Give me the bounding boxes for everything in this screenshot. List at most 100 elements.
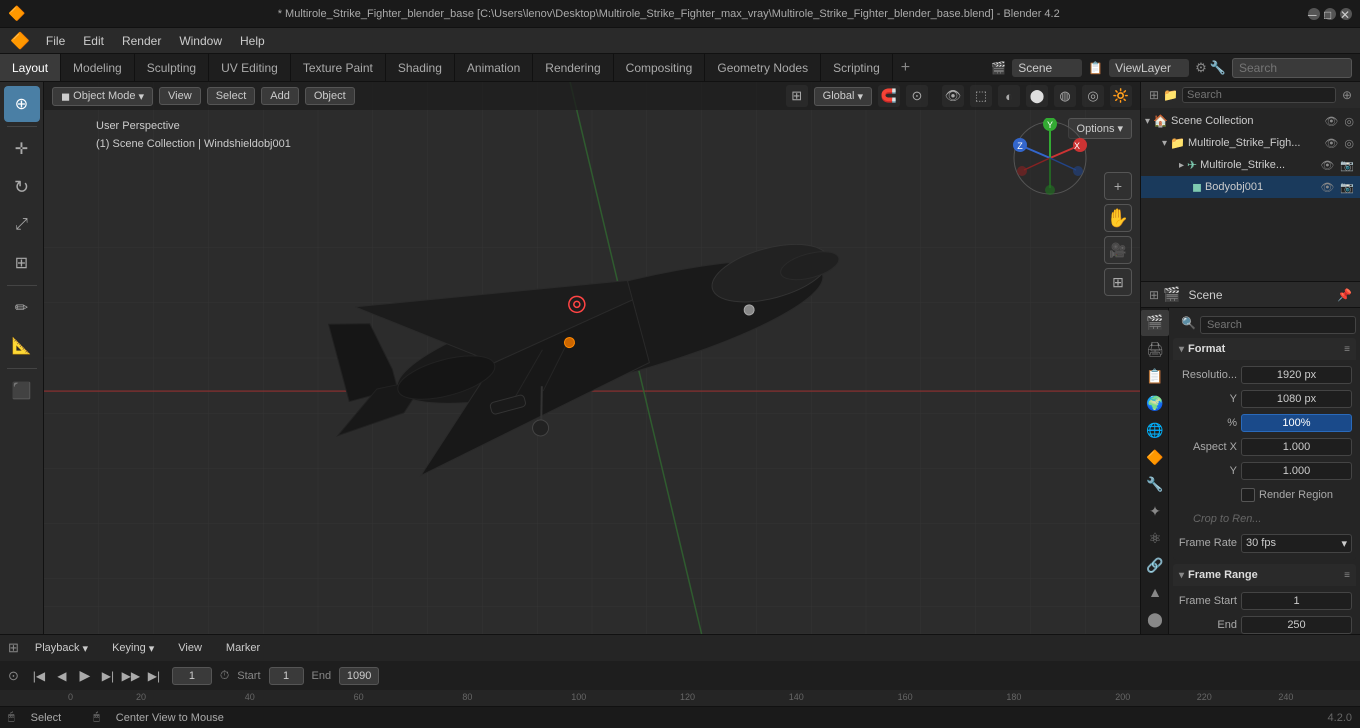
tab-scripting[interactable]: Scripting: [821, 54, 893, 81]
visibility-icon-2[interactable]: 👁: [1322, 137, 1340, 150]
timeline-ruler[interactable]: 0 20 40 60 80 100 120 140 160 180 200 22…: [0, 690, 1360, 706]
tab-sculpting[interactable]: Sculpting: [135, 54, 209, 81]
viewlayer-selector[interactable]: [1109, 59, 1189, 77]
play-backwards-button[interactable]: ▶▶: [121, 666, 141, 686]
outliner-item-multirole-strike[interactable]: ▸ ✈ Multirole_Strike... 👁 📷: [1141, 154, 1360, 176]
start-frame-input[interactable]: [269, 667, 304, 685]
measure-tool-button[interactable]: 📐: [4, 328, 40, 364]
global-transform-btn[interactable]: Global ▾: [814, 87, 872, 106]
annotate-tool-button[interactable]: ✏: [4, 290, 40, 326]
jump-start-button[interactable]: |◀: [29, 666, 49, 686]
rotate-tool-button[interactable]: ↻: [4, 169, 40, 205]
visibility-icon[interactable]: 👁: [1322, 115, 1340, 128]
prop-icon-view-layer[interactable]: 📋: [1141, 364, 1169, 390]
frame-range-section-header[interactable]: ▾ Frame Range ≡: [1173, 564, 1356, 586]
navigation-gizmo[interactable]: X Y Z: [1010, 118, 1090, 198]
minimize-button[interactable]: ─: [1308, 8, 1320, 20]
eevee-icon[interactable]: 🔆: [1110, 85, 1132, 107]
scene-selector[interactable]: [1012, 59, 1082, 77]
maximize-button[interactable]: □: [1324, 8, 1336, 20]
outliner-item-multirole[interactable]: ▾ 📁 Multirole_Strike_Figh... 👁 ◎: [1141, 132, 1360, 154]
select-menu[interactable]: Select: [207, 87, 256, 105]
tab-uv-editing[interactable]: UV Editing: [209, 54, 291, 81]
tab-modeling[interactable]: Modeling: [61, 54, 135, 81]
transform-tool-button[interactable]: ⊞: [4, 245, 40, 281]
visibility-icon-4[interactable]: 👁: [1318, 181, 1336, 194]
menu-help[interactable]: Help: [232, 32, 273, 50]
render-icon-3[interactable]: 📷: [1338, 159, 1356, 172]
scale-tool-button[interactable]: ⤢: [4, 207, 40, 243]
tab-shading[interactable]: Shading: [386, 54, 455, 81]
move-tool-button[interactable]: ✛: [4, 131, 40, 167]
icon-settings2[interactable]: 🔧: [1210, 60, 1226, 76]
tab-texture-paint[interactable]: Texture Paint: [291, 54, 386, 81]
object-mode-dropdown[interactable]: ◼ Object Mode ▾: [52, 87, 153, 106]
outliner-item-scene-collection[interactable]: ▾ 🏠 Scene Collection 👁 ◎: [1141, 110, 1360, 132]
add-cube-button[interactable]: ⬛: [4, 373, 40, 409]
frame-range-options[interactable]: ≡: [1344, 570, 1350, 581]
jump-end-button[interactable]: ▶|: [144, 666, 164, 686]
prev-frame-button[interactable]: ◀: [52, 666, 72, 686]
playback-menu[interactable]: Playback ▾: [27, 640, 96, 657]
prop-icon-render[interactable]: 🎬: [1141, 310, 1169, 336]
transform-icon[interactable]: ⊞: [786, 85, 808, 107]
xray-icon[interactable]: ◐: [998, 85, 1020, 107]
timeline-view-menu[interactable]: View: [170, 640, 210, 656]
add-menu[interactable]: Add: [261, 87, 299, 105]
prop-icon-object[interactable]: 🔶: [1141, 445, 1169, 471]
select-icon-2[interactable]: ◎: [1342, 137, 1356, 150]
prop-icon-constraints[interactable]: 🔗: [1141, 552, 1169, 578]
format-section-header[interactable]: ▾ Format ≡: [1173, 338, 1356, 360]
tab-layout[interactable]: Layout: [0, 54, 61, 81]
render-icon-4[interactable]: 📷: [1338, 181, 1356, 194]
frame-rate-dropdown[interactable]: 30 fps ▾: [1241, 534, 1352, 553]
menu-file[interactable]: File: [38, 32, 73, 50]
prop-icon-particles[interactable]: ✦: [1141, 498, 1169, 524]
prop-icon-modifier[interactable]: 🔧: [1141, 472, 1169, 498]
add-workspace-button[interactable]: +: [893, 54, 918, 81]
resolution-x-value[interactable]: 1920 px: [1241, 366, 1352, 384]
prop-icon-data[interactable]: ▲: [1141, 579, 1169, 605]
properties-search-input[interactable]: [1200, 316, 1356, 334]
resolution-pct-value[interactable]: 100%: [1241, 414, 1352, 432]
render-region-checkbox[interactable]: Render Region: [1241, 488, 1333, 502]
view-menu[interactable]: View: [159, 87, 201, 105]
tab-compositing[interactable]: Compositing: [614, 54, 706, 81]
resolution-y-value[interactable]: 1080 px: [1241, 390, 1352, 408]
next-frame-button[interactable]: ▶|: [98, 666, 118, 686]
keying-menu[interactable]: Keying ▾: [104, 640, 162, 657]
pin-icon[interactable]: 📌: [1337, 288, 1352, 302]
grid-button[interactable]: ⊞: [1104, 268, 1132, 296]
overlay-icon[interactable]: ⬚: [970, 85, 992, 107]
prop-icon-output[interactable]: 🖨: [1141, 337, 1169, 363]
format-options[interactable]: ≡: [1344, 344, 1350, 355]
cursor-tool-button[interactable]: ⊕: [4, 86, 40, 122]
tab-animation[interactable]: Animation: [455, 54, 533, 81]
menu-blender[interactable]: 🔶: [4, 31, 36, 51]
viewport-display-icon[interactable]: 👁: [942, 85, 964, 107]
end-frame-input[interactable]: [339, 667, 379, 685]
outliner-search-input[interactable]: [1182, 87, 1336, 103]
prop-icon-scene[interactable]: 🌍: [1141, 391, 1169, 417]
tab-geometry-nodes[interactable]: Geometry Nodes: [705, 54, 821, 81]
material-mode-icon[interactable]: ◍: [1054, 85, 1076, 107]
frame-end-value[interactable]: 250: [1241, 616, 1352, 634]
aspect-y-value[interactable]: 1.000: [1241, 462, 1352, 480]
camera-button[interactable]: 🎥: [1104, 236, 1132, 264]
zoom-in-button[interactable]: +: [1104, 172, 1132, 200]
menu-edit[interactable]: Edit: [75, 32, 112, 50]
menu-window[interactable]: Window: [171, 32, 230, 50]
aspect-x-value[interactable]: 1.000: [1241, 438, 1352, 456]
pan-button[interactable]: ✋: [1104, 204, 1132, 232]
visibility-icon-3[interactable]: 👁: [1318, 159, 1336, 172]
marker-menu[interactable]: Marker: [218, 640, 268, 656]
play-button[interactable]: ▶: [75, 666, 95, 686]
prop-icon-material[interactable]: ⬤: [1141, 606, 1169, 632]
proportional-icon[interactable]: ⊙: [906, 85, 928, 107]
object-menu[interactable]: Object: [305, 87, 355, 105]
select-icon[interactable]: ◎: [1342, 115, 1356, 128]
solid-mode-icon[interactable]: ⬤: [1026, 85, 1048, 107]
viewport-3d[interactable]: ◼ Object Mode ▾ View Select Add Object ⊞…: [44, 82, 1140, 634]
icon-settings1[interactable]: ⚙: [1195, 60, 1207, 76]
outliner-mode-icon[interactable]: 📁: [1163, 88, 1178, 102]
